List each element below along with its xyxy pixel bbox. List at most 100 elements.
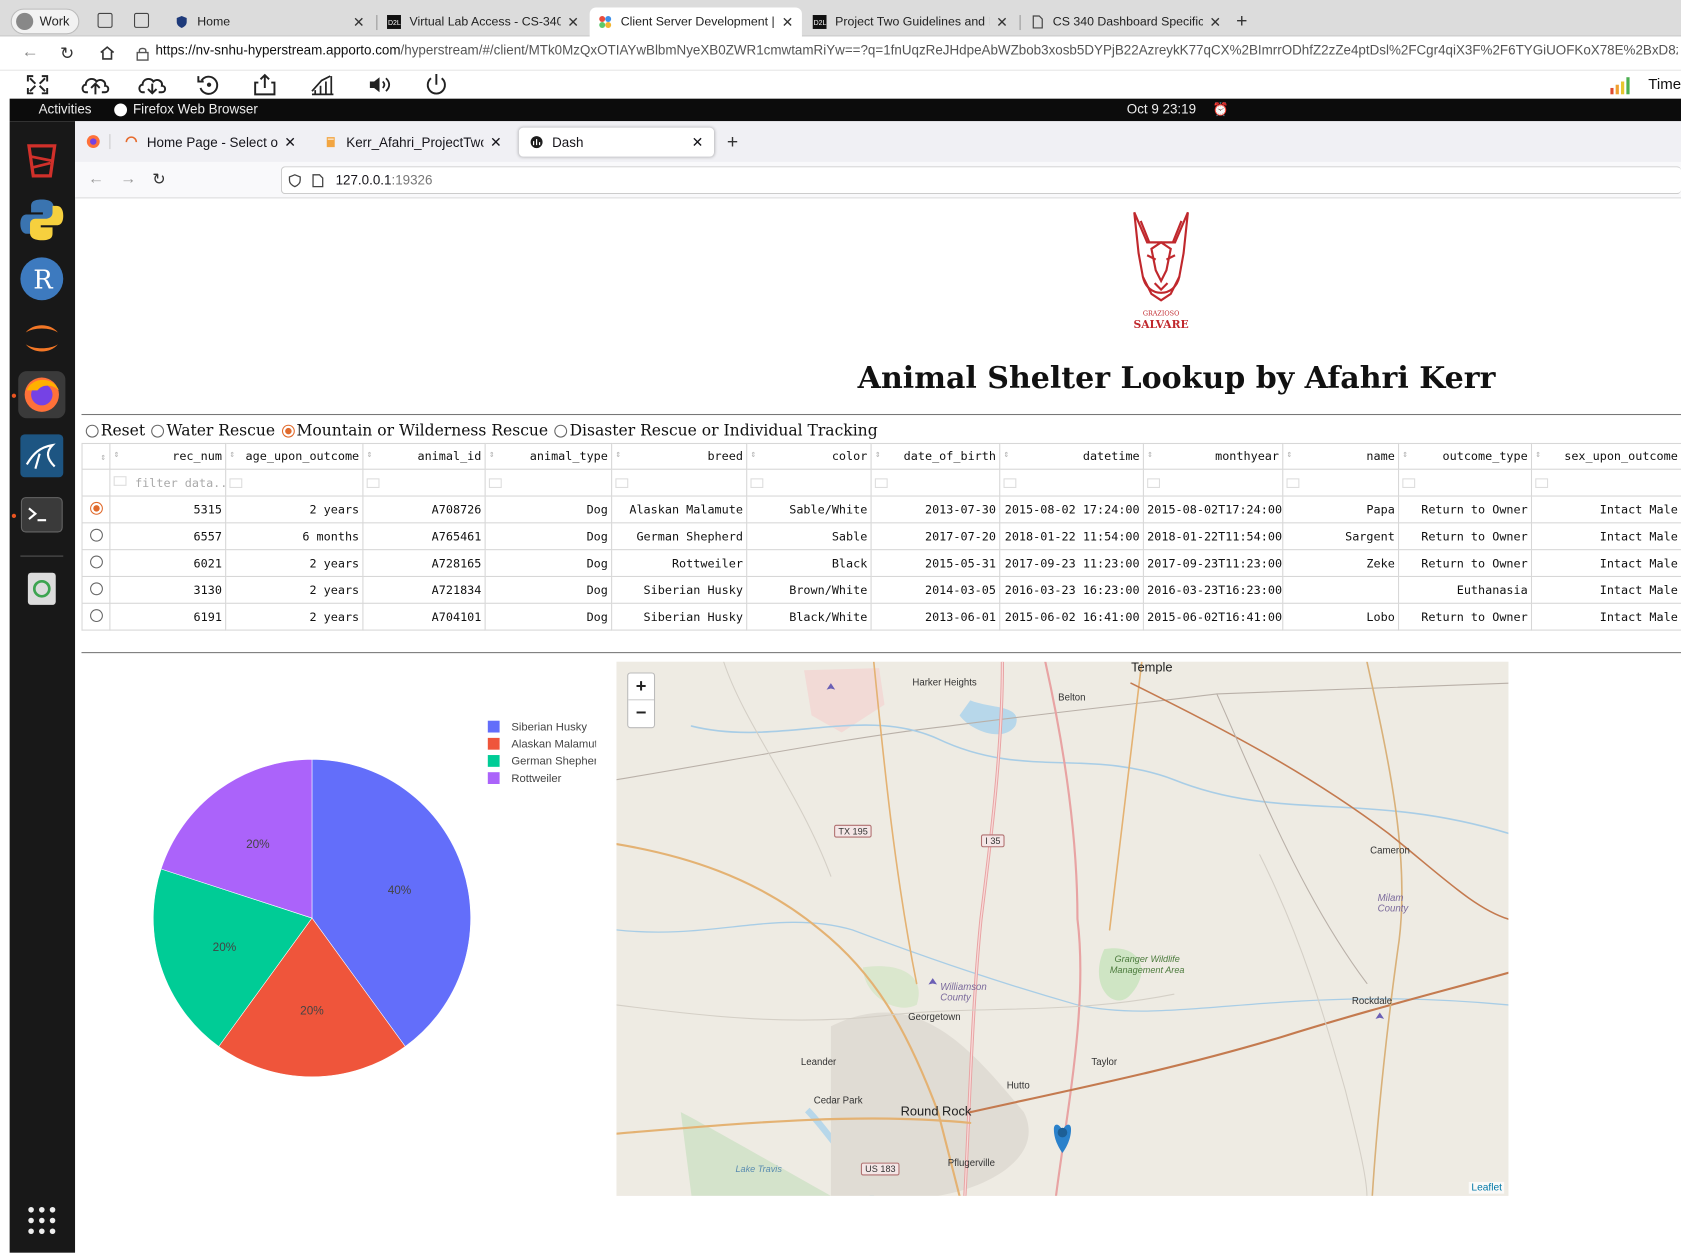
radio-button[interactable] [151, 424, 165, 438]
table-cell[interactable]: A728165 [362, 549, 486, 578]
column-header[interactable]: ⇕ color [746, 442, 872, 470]
table-cell[interactable]: 2015-06-02 16:41:00 [999, 602, 1144, 631]
table-cell[interactable]: Intact Male [1530, 522, 1681, 551]
restart-icon[interactable] [195, 72, 223, 98]
radio-button[interactable] [281, 424, 295, 438]
sort-icon[interactable]: ⇕ [750, 449, 756, 460]
volume-icon[interactable] [366, 72, 394, 98]
table-cell[interactable]: Dog [484, 549, 613, 578]
row-radio-button[interactable] [89, 581, 103, 595]
table-cell[interactable]: Zeke [1282, 549, 1400, 578]
new-tab-button[interactable]: + [1236, 10, 1247, 33]
column-header[interactable]: ⇕ breed [611, 442, 748, 470]
filter-input[interactable] [1142, 468, 1284, 497]
table-cell[interactable]: Return to Owner [1398, 602, 1533, 631]
table-cell[interactable]: 2016-03-23 16:23:00 [999, 575, 1144, 604]
back-icon[interactable]: ← [21, 43, 38, 62]
ff-tab-dash[interactable]: Dash ✕ [518, 127, 715, 157]
legend-swatch[interactable] [487, 737, 500, 750]
reload-icon[interactable]: ↻ [60, 43, 74, 64]
table-cell[interactable]: Dog [484, 495, 613, 524]
table-cell[interactable]: Intact Male [1530, 495, 1681, 524]
close-icon[interactable]: ✕ [567, 13, 579, 30]
filter-case-toggle[interactable] [366, 477, 380, 488]
table-cell[interactable] [1282, 575, 1400, 604]
jupyter-icon[interactable] [18, 314, 65, 361]
table-cell[interactable]: Intact Male [1530, 549, 1681, 578]
tab-actions-icon[interactable] [134, 12, 150, 28]
table-cell[interactable]: Lobo [1282, 602, 1400, 631]
table-cell[interactable]: 2014-03-05 [870, 575, 1001, 604]
filter-input[interactable] [1282, 468, 1400, 497]
table-cell[interactable]: A704101 [362, 602, 486, 631]
column-header[interactable]: ⇕ outcome_type [1398, 442, 1533, 470]
table-cell[interactable]: 2016-03-23T16:23:00 [1142, 575, 1284, 604]
signal-chart-icon[interactable] [309, 72, 337, 98]
table-cell[interactable]: Siberian Husky [611, 575, 748, 604]
table-cell[interactable]: Papa [1282, 495, 1400, 524]
filter-input[interactable] [225, 468, 364, 497]
table-cell[interactable]: 2015-08-02T17:24:00 [1142, 495, 1284, 524]
table-cell[interactable]: Black/White [746, 602, 872, 631]
outer-tab-client-server[interactable]: Client Server Development | Apporto ✕ [589, 7, 802, 37]
column-header[interactable]: ⇕ animal_type [484, 442, 613, 470]
outer-tab-home[interactable]: Home ✕ [166, 8, 373, 37]
filter-case-toggle[interactable] [1003, 477, 1017, 488]
filter-case-toggle[interactable] [1286, 477, 1300, 488]
app-menu[interactable]: Firefox Web Browser [114, 102, 258, 117]
cloud-upload-icon[interactable] [79, 72, 111, 98]
outer-tab-project-two[interactable]: D2L Project Two Guidelines and Rubric ✕ [804, 8, 1016, 37]
row-radio-button[interactable] [89, 608, 103, 622]
firefox-url-field[interactable]: 127.0.0.1:19326 [280, 166, 1681, 195]
sort-icon[interactable]: ⇕ [1535, 449, 1541, 460]
sort-icon[interactable]: ⇕ [367, 449, 373, 460]
table-cell[interactable]: Alaskan Malamute [611, 495, 748, 524]
sort-icon[interactable]: ⇕ [1287, 449, 1293, 460]
table-cell[interactable]: German Shepherd [611, 522, 748, 551]
filter-input[interactable]: filter data... [109, 468, 227, 497]
table-cell[interactable]: 2018-01-22T11:54:00 [1142, 522, 1284, 551]
zoom-out-button[interactable]: − [628, 700, 654, 727]
table-cell[interactable]: Sable/White [746, 495, 872, 524]
sort-icon[interactable]: ⇕ [615, 449, 621, 460]
table-cell[interactable]: 2013-06-01 [870, 602, 1001, 631]
power-icon[interactable] [422, 72, 450, 98]
filter-case-toggle[interactable] [1147, 477, 1161, 488]
activities-button[interactable]: Activities [39, 102, 92, 117]
clock[interactable]: Oct 9 23:19 [1127, 102, 1196, 117]
table-cell[interactable]: 6557 [109, 522, 227, 551]
workspaces-icon[interactable] [97, 12, 113, 28]
filter-input[interactable] [1530, 468, 1681, 497]
legend-label[interactable]: Alaskan Malamute [511, 739, 596, 751]
forward-icon[interactable]: → [120, 169, 136, 187]
fullscreen-icon[interactable] [24, 72, 52, 98]
table-cell[interactable]: Return to Owner [1398, 549, 1533, 578]
geolocation-map[interactable]: + − Temple Harker Heights Belton Cameron… [616, 661, 1509, 1196]
firefox-view-icon[interactable] [86, 134, 101, 149]
filter-case-toggle[interactable] [1535, 477, 1549, 488]
filter-reset[interactable]: Reset [85, 423, 145, 440]
table-cell[interactable]: 6021 [109, 549, 227, 578]
legend-swatch[interactable] [487, 772, 500, 784]
legend-swatch[interactable] [487, 755, 500, 767]
filter-case-toggle[interactable] [615, 477, 629, 488]
close-icon[interactable]: ✕ [692, 134, 704, 151]
filter-case-toggle[interactable] [488, 477, 502, 488]
table-cell[interactable]: 6191 [109, 602, 227, 631]
table-cell[interactable]: A708726 [362, 495, 486, 524]
filter-input[interactable] [1398, 468, 1533, 497]
r-icon[interactable]: R [18, 255, 65, 302]
close-icon[interactable]: ✕ [1209, 13, 1221, 30]
firefox-dock-item[interactable] [18, 371, 66, 419]
radio-button[interactable] [85, 424, 99, 438]
table-cell[interactable]: 2015-05-31 [870, 549, 1001, 578]
shield-icon[interactable] [288, 174, 301, 188]
table-cell[interactable]: Siberian Husky [611, 602, 748, 631]
filter-case-toggle[interactable] [229, 477, 243, 488]
filter-water-rescue[interactable]: Water Rescue [151, 423, 275, 440]
row-radio-button[interactable] [89, 501, 103, 515]
table-cell[interactable]: Dog [484, 575, 613, 604]
table-cell[interactable]: 5315 [109, 495, 227, 524]
table-cell[interactable]: 2 years [225, 549, 364, 578]
row-radio-button[interactable] [89, 528, 103, 542]
